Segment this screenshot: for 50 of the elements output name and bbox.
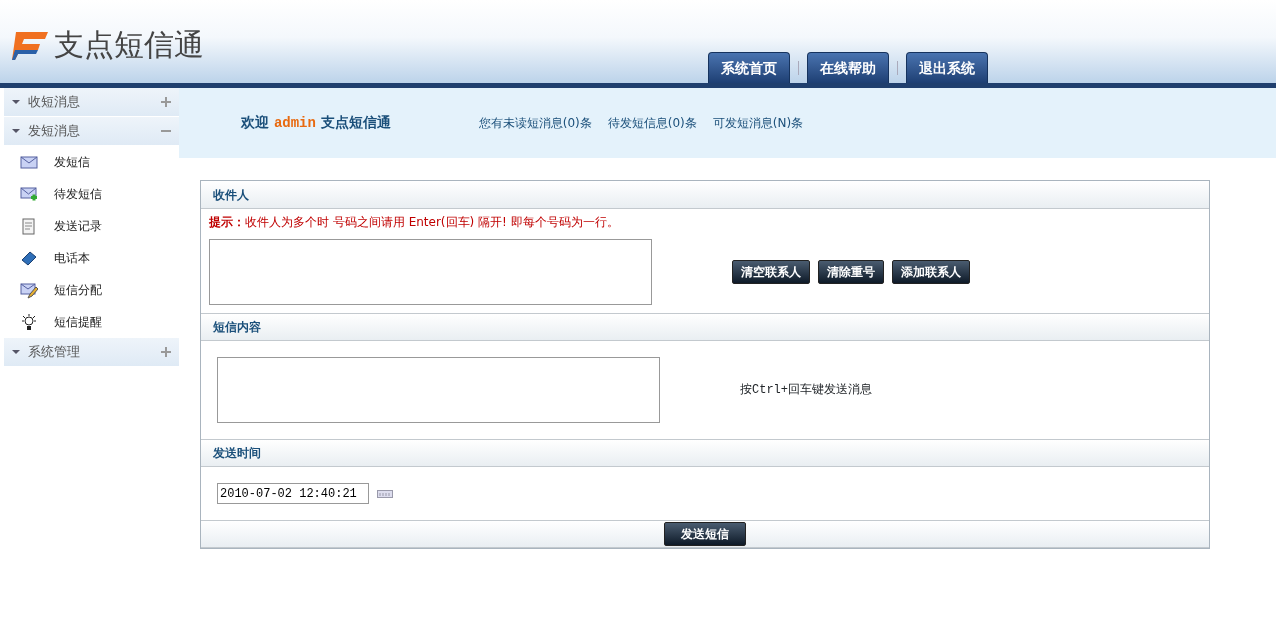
notepad-icon bbox=[20, 217, 38, 235]
welcome-text: 欢迎 admin 支点短信通 bbox=[241, 113, 391, 133]
section-title: 短信内容 bbox=[213, 319, 261, 336]
expand-icon[interactable] bbox=[161, 347, 171, 357]
group-label: 系统管理 bbox=[28, 343, 81, 362]
action-button[interactable]: 添加联系人 bbox=[892, 260, 970, 284]
sidebar-item[interactable]: 发送记录 bbox=[4, 210, 179, 242]
group-label: 发短消息 bbox=[28, 122, 81, 141]
envelope-pencil-icon bbox=[20, 281, 38, 299]
nav-tab[interactable]: 系统首页 bbox=[708, 52, 790, 83]
message-count: 您有未读短消息(0)条 bbox=[478, 115, 592, 132]
caret-icon bbox=[12, 100, 20, 104]
sidebar-item[interactable]: 电话本 bbox=[4, 242, 179, 274]
message-field[interactable] bbox=[217, 357, 660, 423]
send-button[interactable]: 发送短信 bbox=[664, 522, 746, 546]
group-label: 收短消息 bbox=[28, 93, 81, 112]
message-count: 待发短信息(0)条 bbox=[607, 115, 697, 132]
sidebar-group[interactable]: 发短消息 bbox=[4, 117, 179, 146]
message-count: 可发短消息(N)条 bbox=[712, 115, 804, 132]
logo-text: 支点短信通 bbox=[54, 26, 204, 64]
envelope-plus-icon bbox=[20, 185, 38, 203]
item-label: 短信提醒 bbox=[54, 314, 102, 331]
item-label: 待发短信 bbox=[54, 186, 102, 203]
section-title: 收件人 bbox=[213, 186, 249, 204]
expand-icon[interactable] bbox=[161, 97, 171, 107]
calendar-icon bbox=[377, 489, 393, 498]
action-button[interactable]: 清空联系人 bbox=[732, 260, 810, 284]
section-title: 发送时间 bbox=[213, 445, 261, 462]
nav-tab[interactable]: 在线帮助 bbox=[807, 52, 889, 83]
item-label: 发送记录 bbox=[54, 218, 102, 235]
action-button[interactable]: 清除重号 bbox=[818, 260, 884, 284]
item-label: 发短信 bbox=[54, 154, 90, 171]
item-label: 短信分配 bbox=[54, 282, 102, 299]
nav-tab[interactable]: 退出系统 bbox=[906, 52, 988, 83]
hint-text: 提示：收件人为多个时 号码之间请用 Enter(回车) 隔开! 即每个号码为一行。 bbox=[208, 214, 620, 231]
recipients-field[interactable] bbox=[209, 239, 652, 305]
sidebar-item[interactable]: 短信分配 bbox=[4, 274, 179, 306]
item-label: 电话本 bbox=[54, 250, 90, 267]
sidebar-item[interactable]: 发短信 bbox=[4, 146, 179, 178]
lightbulb-icon bbox=[20, 313, 38, 331]
datetime-field[interactable]: 2010-07-02 12:40:21 bbox=[217, 483, 369, 504]
sidebar-item[interactable]: 待发短信 bbox=[4, 178, 179, 210]
sidebar-group[interactable]: 收短消息 bbox=[4, 88, 179, 117]
sidebar-item[interactable]: 短信提醒 bbox=[4, 306, 179, 338]
caret-icon bbox=[12, 129, 20, 133]
caret-icon bbox=[12, 350, 20, 354]
sidebar-group[interactable]: 系统管理 bbox=[4, 338, 179, 367]
envelope-icon bbox=[20, 153, 38, 171]
hint-text: 按Ctrl+回车键发送消息 bbox=[740, 382, 872, 399]
book-icon bbox=[20, 249, 38, 267]
